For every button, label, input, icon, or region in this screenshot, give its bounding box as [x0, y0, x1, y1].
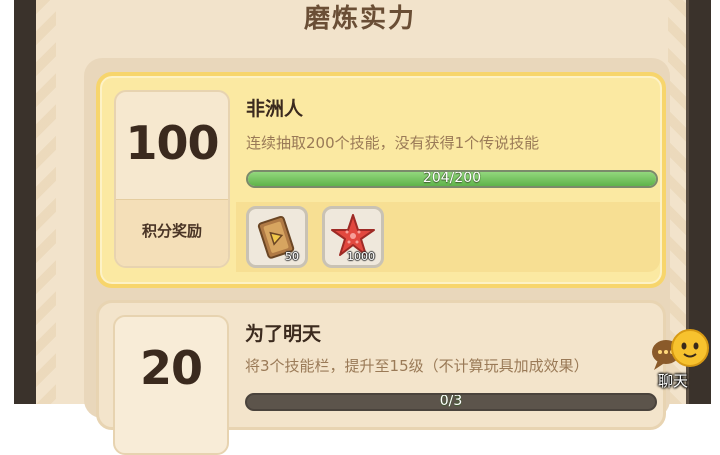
points-box: 20 — [113, 315, 229, 455]
points-value: 20 — [139, 341, 203, 395]
progress-text: 0/3 — [439, 393, 463, 409]
chat-label: 聊天 — [658, 372, 689, 390]
reward-item[interactable]: 1000 — [322, 206, 384, 268]
task-description: 将3个技能栏，提升至15级（不计算玩具加成效果） — [245, 357, 589, 375]
points-box: 100 积分奖励 — [114, 90, 230, 268]
reward-count: 1000 — [347, 250, 375, 263]
task-title: 非洲人 — [246, 98, 304, 120]
task-card-featured[interactable]: 100 积分奖励 非洲人 连续抽取200个技能，没有获得1个传说技能 204/2… — [96, 72, 666, 288]
task-card[interactable]: 20 为了明天 将3个技能栏，提升至15级（不计算玩具加成效果） 0/3 — [96, 300, 666, 455]
points-value: 100 — [125, 116, 219, 170]
reward-count: 50 — [285, 250, 299, 263]
points-label-bar: 积分奖励 — [116, 199, 228, 266]
task-progress-bar: 0/3 — [245, 393, 657, 411]
page-title: 磨炼实力 — [303, 4, 416, 34]
progress-text: 204/200 — [422, 170, 482, 186]
reward-item[interactable]: 50 — [246, 206, 308, 268]
task-progress-bar: 204/200 — [246, 170, 658, 188]
points-label: 积分奖励 — [141, 222, 202, 240]
task-title: 为了明天 — [245, 323, 322, 345]
chat-button[interactable]: 聊天 — [648, 326, 718, 396]
task-description: 连续抽取200个技能，没有获得1个传说技能 — [246, 134, 540, 152]
chat-bubble-icon — [652, 329, 709, 370]
